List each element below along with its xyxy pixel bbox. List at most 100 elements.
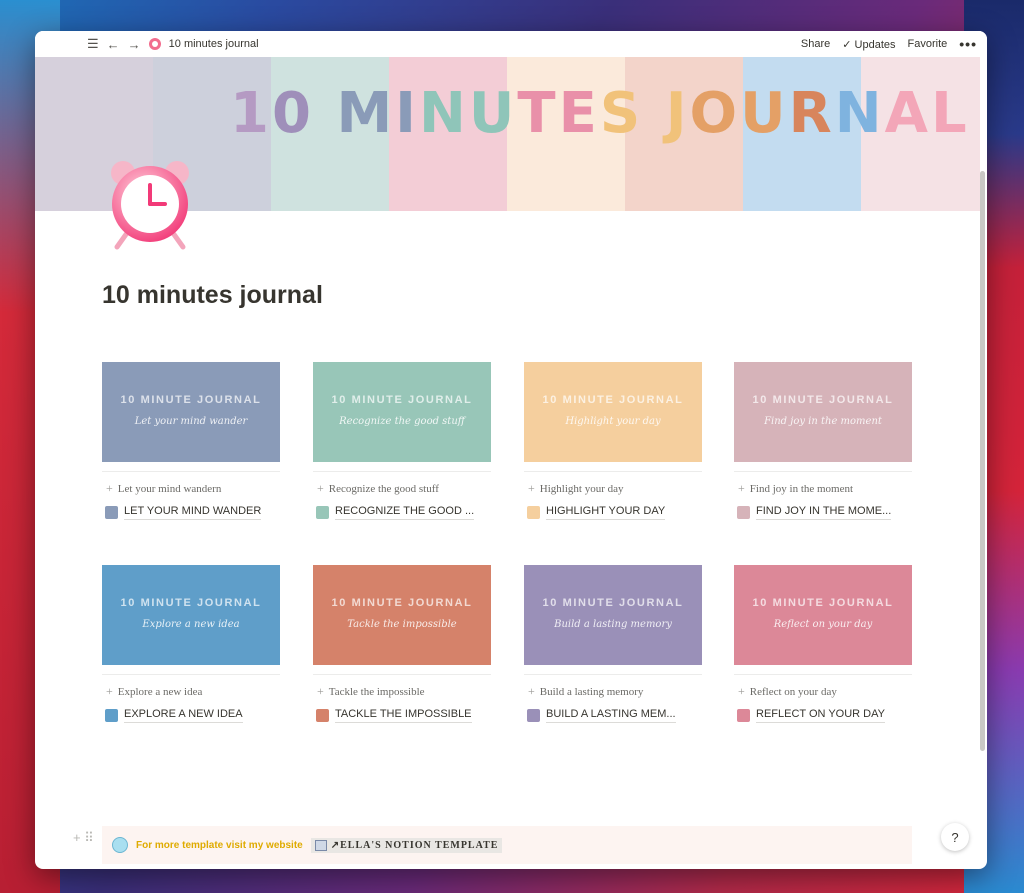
gallery-card[interactable]: 10 MINUTE JOURNAL Highlight your day + High… [524,362,702,527]
plus-icon: + [106,481,113,495]
thumbnail-subtitle: Explore a new idea [142,618,240,630]
callout-text: For more template visit my website [136,839,303,851]
cover-title-letter: U [468,81,518,146]
card-title-text: Build a lasting memory [539,685,644,698]
card-thumbnail[interactable]: 10 MINUTE JOURNAL Explore a new idea [102,565,280,665]
add-block-handle-icon[interactable]: + ⠿ [73,830,94,846]
card-select-property[interactable]: REFLECT ON YOUR DAY [734,708,912,723]
card-title[interactable]: + Let your mind wandern [102,481,280,496]
card-thumbnail[interactable]: 10 MINUTE JOURNAL Find joy in the moment [734,362,912,462]
forward-arrow-icon[interactable]: → [128,37,141,52]
card-property-text: RECOGNIZE THE GOOD ... [335,505,475,520]
card-thumbnail[interactable]: 10 MINUTE JOURNAL Let your mind wander [102,362,280,462]
favorite-button[interactable]: Favorite [908,38,948,50]
thumbnail-subtitle: Tackle the impossible [347,618,457,630]
plus-icon: + [738,684,745,698]
card-title[interactable]: + Reflect on your day [734,684,912,699]
card-select-property[interactable]: TACKLE THE IMPOSSIBLE [313,708,491,723]
card-title[interactable]: + Recognize the good stuff [313,481,491,496]
gallery-card[interactable]: 10 MINUTE JOURNAL Reflect on your day + Ref… [734,565,912,730]
color-swatch-icon [105,506,118,519]
thumbnail-heading: 10 MINUTE JOURNAL [542,393,684,406]
card-select-property[interactable]: BUILD A LASTING MEM... [524,708,702,723]
card-title-text: Explore a new idea [117,685,203,698]
cover-title-letter: A [884,81,931,146]
card-title[interactable]: + Find joy in the moment [734,481,912,496]
cover-title-letter: I [395,81,420,146]
website-link-text: ↗ELLA'S NOTION TEMPLATE [330,839,499,851]
page-title[interactable]: 10 minutes journal [102,281,323,310]
card-select-property[interactable]: HIGHLIGHT YOUR DAY [524,505,702,520]
cover-title-letter: 0 [271,81,314,146]
thumbnail-subtitle: Build a lasting memory [554,618,672,630]
card-select-property[interactable]: RECOGNIZE THE GOOD ... [313,505,491,520]
menu-icon[interactable]: ☰ [87,36,99,52]
updates-button[interactable]: ✓ Updates [842,38,895,51]
plus-icon: + [317,481,324,495]
color-swatch-icon [316,506,329,519]
gallery-card[interactable]: 10 MINUTE JOURNAL Build a lasting memory +… [524,565,702,730]
gallery-card[interactable]: 10 MINUTE JOURNAL Find joy in the moment +… [734,362,912,527]
plus-icon: + [106,684,113,698]
globe-icon [112,837,128,853]
cover-title: 10 MINUTES JOURNAL [230,81,970,146]
card-title-text: Tackle the impossible [328,685,425,698]
scrollbar[interactable] [980,171,985,751]
cover-title-letter: T [517,81,559,146]
cover-title-letter: E [558,81,600,146]
cover-title-letter: U [740,81,789,146]
cover-title-letter: S [599,81,644,146]
share-button[interactable]: Share [801,38,830,50]
card-select-property[interactable]: LET YOUR MIND WANDER [102,505,280,520]
gallery-card[interactable]: 10 MINUTE JOURNAL Tackle the impossible + T… [313,565,491,730]
card-title-text: Highlight your day [539,482,624,495]
website-link[interactable]: ↗ELLA'S NOTION TEMPLATE [310,837,503,853]
thumbnail-heading: 10 MINUTE JOURNAL [120,596,262,609]
cover-title-letter: O [689,81,741,146]
card-title[interactable]: + Explore a new idea [102,684,280,699]
cover-title-letter: L [930,81,970,146]
color-swatch-icon [737,506,750,519]
notion-window: ☰ ← → 10 minutes journal Share ✓ Updates… [35,31,987,869]
thumbnail-heading: 10 MINUTE JOURNAL [542,596,684,609]
card-title-text: Reflect on your day [749,685,837,698]
cover-title-letter: R [788,81,835,146]
cover-title-letter: J [665,81,690,146]
thumbnail-subtitle: Recognize the good stuff [339,415,465,427]
back-arrow-icon[interactable]: ← [107,37,120,52]
more-options-button[interactable]: ••• [959,36,977,52]
card-thumbnail[interactable]: 10 MINUTE JOURNAL Tackle the impossible [313,565,491,665]
card-title[interactable]: + Tackle the impossible [313,684,491,699]
thumbnail-heading: 10 MINUTE JOURNAL [752,596,894,609]
alarm-clock-page-icon[interactable] [105,159,195,251]
card-thumbnail[interactable]: 10 MINUTE JOURNAL Recognize the good stuf… [313,362,491,462]
card-property-text: HIGHLIGHT YOUR DAY [546,505,666,520]
thumbnail-heading: 10 MINUTE JOURNAL [120,393,262,406]
cover-title-letter: N [419,81,469,146]
card-select-property[interactable]: EXPLORE A NEW IDEA [102,708,280,723]
thumbnail-subtitle: Highlight your day [565,415,661,427]
alarm-clock-icon [148,38,161,50]
cover-title-letter: N [834,81,885,146]
callout-block: For more template visit my website ↗ELLA… [102,826,912,864]
card-title[interactable]: + Highlight your day [524,481,702,496]
card-thumbnail[interactable]: 10 MINUTE JOURNAL Highlight your day [524,362,702,462]
breadcrumb[interactable]: 10 minutes journal [169,38,259,50]
card-property-text: TACKLE THE IMPOSSIBLE [335,708,472,723]
cover-title-letter: 1 [230,81,272,146]
card-divider [313,674,491,675]
card-title[interactable]: + Build a lasting memory [524,684,702,699]
thumbnail-heading: 10 MINUTE JOURNAL [331,596,473,609]
help-button[interactable]: ? [941,823,969,851]
gallery-card[interactable]: 10 MINUTE JOURNAL Explore a new idea + Expl… [102,565,280,730]
cover-title-letter [643,81,666,146]
gallery-card[interactable]: 10 MINUTE JOURNAL Recognize the good stuf… [313,362,491,527]
cover-title-letter [314,81,337,146]
gallery-card[interactable]: 10 MINUTE JOURNAL Let your mind wander + Le… [102,362,280,527]
card-select-property[interactable]: FIND JOY IN THE MOME... [734,505,912,520]
card-property-text: FIND JOY IN THE MOME... [756,505,892,520]
color-swatch-icon [105,709,118,722]
color-swatch-icon [527,709,540,722]
card-thumbnail[interactable]: 10 MINUTE JOURNAL Reflect on your day [734,565,912,665]
card-thumbnail[interactable]: 10 MINUTE JOURNAL Build a lasting memory [524,565,702,665]
